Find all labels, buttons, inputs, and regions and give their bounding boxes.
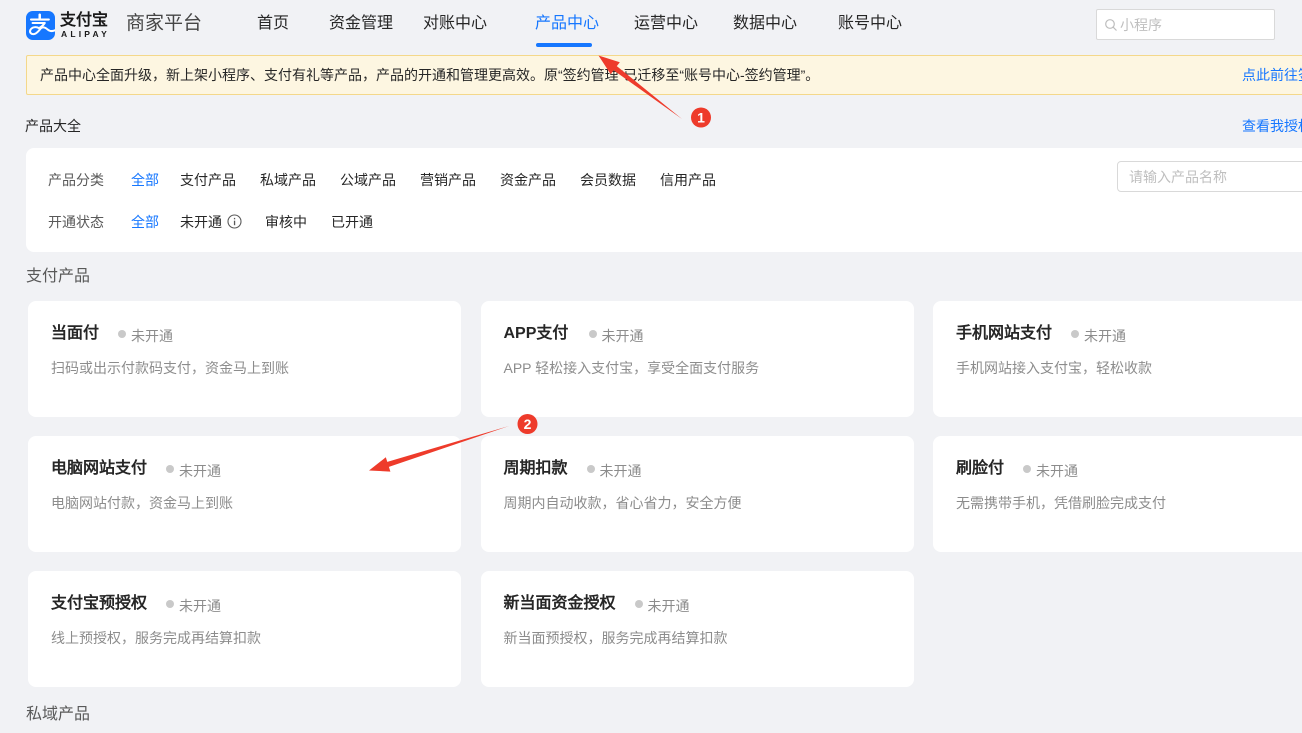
svg-text:2: 2	[524, 416, 532, 432]
svg-text:1: 1	[697, 110, 705, 126]
